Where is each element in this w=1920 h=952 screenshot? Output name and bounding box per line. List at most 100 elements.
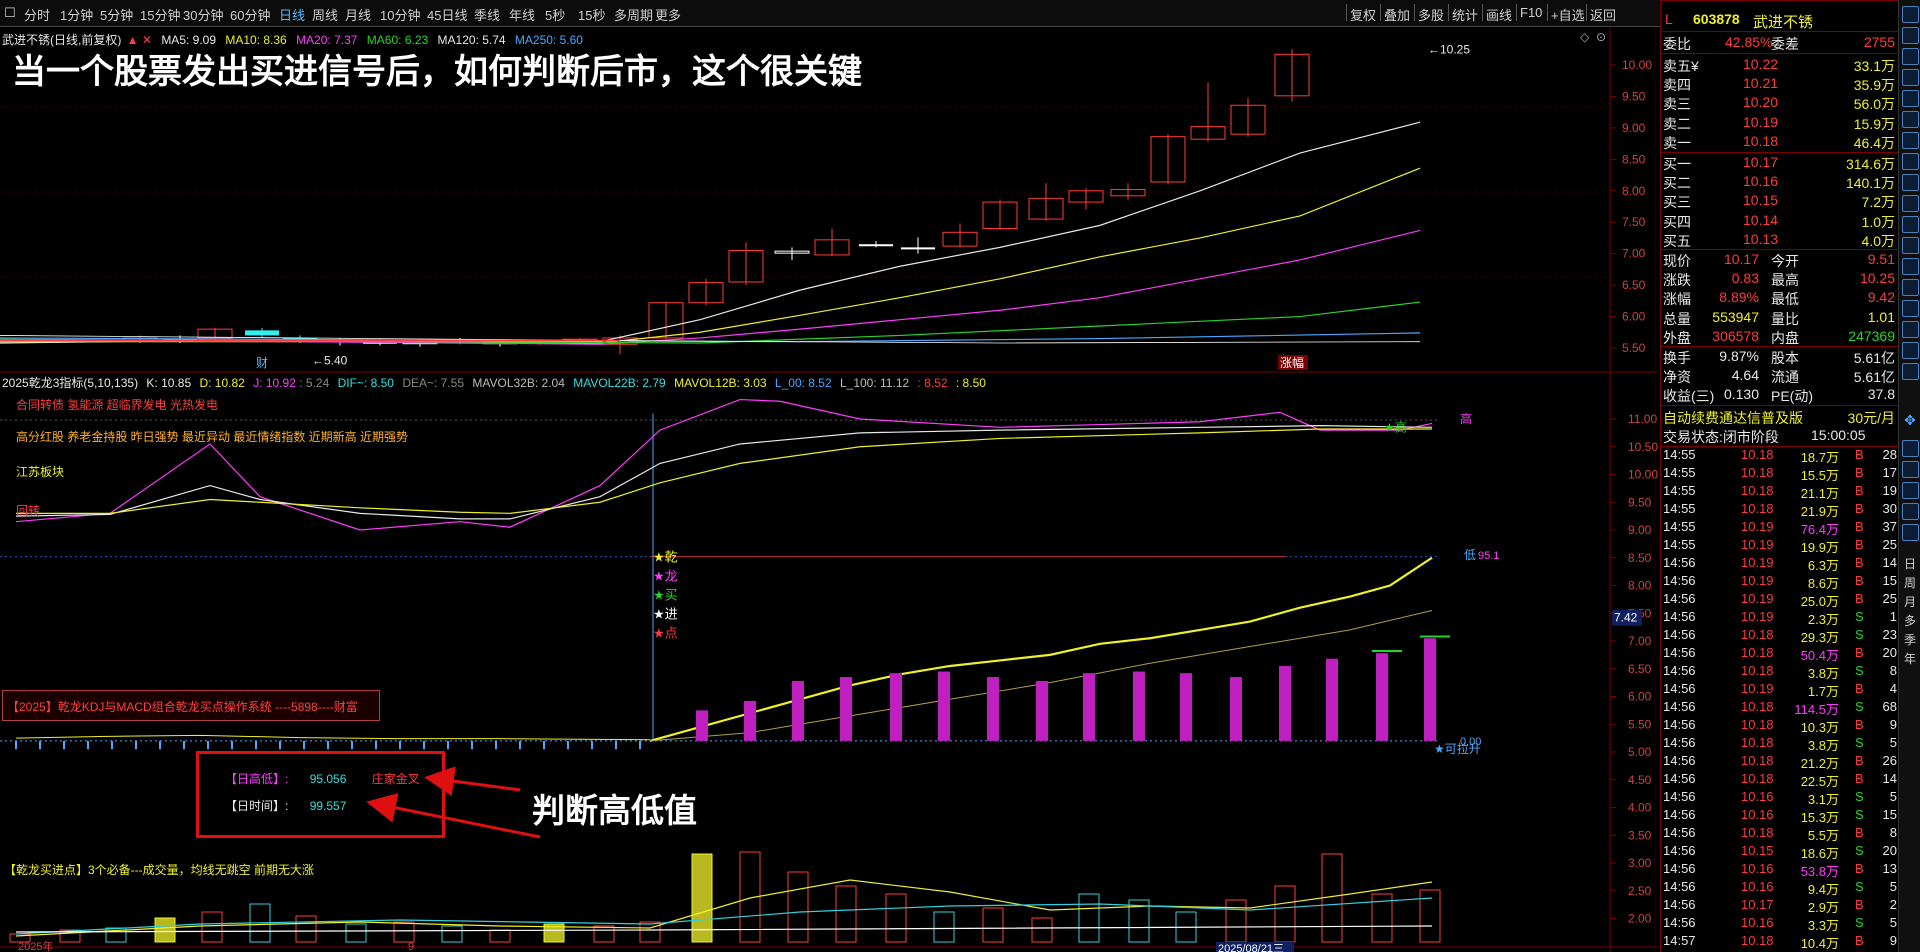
chart-icon[interactable] <box>1902 90 1919 107</box>
macd-bar <box>890 673 902 741</box>
period-多-button[interactable]: 多 <box>1902 612 1918 629</box>
news-icon[interactable] <box>1902 132 1919 149</box>
period-tab[interactable]: 15分钟 <box>140 5 180 24</box>
period-tab[interactable]: 10分钟 <box>380 5 420 24</box>
toolbar-button[interactable]: 多股 <box>1418 5 1444 24</box>
list-icon[interactable] <box>1902 48 1919 65</box>
menu-icon[interactable]: ☐ <box>4 5 16 21</box>
period-tab[interactable]: 分时 <box>24 5 50 24</box>
toolbar-button[interactable]: F10 <box>1520 5 1542 20</box>
tick-row: 14:56 10.18 22.5万 B 14 <box>1661 770 1899 789</box>
period-日-button[interactable]: 日 <box>1902 555 1918 572</box>
buy-level-row[interactable]: 买五 10.13 4.0万 <box>1661 230 1899 249</box>
report-icon[interactable] <box>1902 216 1919 233</box>
table-icon[interactable] <box>1902 111 1919 128</box>
expand-icon[interactable]: ⊙ <box>1596 30 1606 44</box>
sell-level-row[interactable]: 卖三 10.20 56.0万 <box>1661 93 1899 112</box>
tick-side: S <box>1855 663 1864 678</box>
tick-side: B <box>1855 861 1864 876</box>
stat-row: 外盘 306578 内盘 247369 <box>1661 327 1899 346</box>
tick-count: 13 <box>1882 861 1897 876</box>
buy-level-row[interactable]: 买二 10.16 140.1万 <box>1661 172 1899 191</box>
period-tab[interactable]: 45日线 <box>427 5 467 24</box>
period-月-button[interactable]: 月 <box>1902 593 1918 610</box>
grid-icon[interactable] <box>1902 69 1919 86</box>
sell-level-row[interactable]: 卖一 10.18 46.4万 <box>1661 132 1899 151</box>
period-tab[interactable]: 更多 <box>655 5 681 24</box>
tick-price: 10.18 <box>1741 753 1774 768</box>
period-tab[interactable]: 多周期 <box>614 5 653 24</box>
toolbar-button[interactable]: 统计 <box>1452 5 1478 24</box>
tick-count: 23 <box>1882 627 1897 642</box>
promo-row[interactable]: 自动续费通达信普及版 30元/月 <box>1661 407 1899 426</box>
calc-icon[interactable] <box>1902 321 1919 338</box>
candle-body[interactable] <box>901 247 935 250</box>
candle-body[interactable] <box>859 244 893 247</box>
sell-level-row[interactable]: 卖四 10.21 35.9万 <box>1661 74 1899 93</box>
tick-side: S <box>1855 627 1864 642</box>
period-tab[interactable]: 周线 <box>312 5 338 24</box>
period-tab[interactable]: 月线 <box>345 5 371 24</box>
pen-icon[interactable] <box>1902 279 1919 296</box>
period-tab[interactable]: 5秒 <box>545 5 565 24</box>
minute-1-icon[interactable] <box>1902 440 1919 457</box>
stat-label: 内盘 <box>1771 329 1799 346</box>
toolbar-button[interactable]: 叠加 <box>1384 5 1410 24</box>
tick-price: 10.19 <box>1741 519 1774 534</box>
tick-price: 10.19 <box>1741 555 1774 570</box>
weicha-value: 2755 <box>1863 34 1895 50</box>
bars-icon[interactable] <box>1902 237 1919 254</box>
note-icon[interactable] <box>1902 174 1919 191</box>
indicator-y-tick: 6.50 <box>1628 662 1652 676</box>
buy-level-row[interactable]: 买一 10.17 314.6万 <box>1661 153 1899 172</box>
minute-15-icon[interactable] <box>1902 482 1919 499</box>
volume-bar <box>1274 885 1296 943</box>
move-icon[interactable]: ✥ <box>1902 412 1918 429</box>
book-icon[interactable] <box>1902 195 1919 212</box>
period-tab[interactable]: 季线 <box>474 5 500 24</box>
minute-60-icon[interactable] <box>1902 524 1919 541</box>
period-周-button[interactable]: 周 <box>1902 574 1918 591</box>
window-icon[interactable] <box>1902 6 1919 23</box>
window-icon[interactable] <box>1902 300 1919 317</box>
candle-body[interactable] <box>245 330 279 336</box>
period-tab[interactable]: 日线 <box>279 5 305 24</box>
sell-level-row[interactable]: 卖五¥ 10.22 33.1万 <box>1661 55 1899 74</box>
toolbar-button[interactable]: +自选 <box>1551 5 1585 24</box>
toolbar-button[interactable]: 复权 <box>1350 5 1376 24</box>
buy-level-row[interactable]: 买四 10.14 1.0万 <box>1661 211 1899 230</box>
tick-row: 14:57 10.18 10.4万 B 9 <box>1661 932 1899 951</box>
info-tag: 庄家金叉 <box>371 772 420 786</box>
stat-label: 涨幅 <box>1663 291 1691 308</box>
tick-side: S <box>1855 735 1864 750</box>
buy-volume: 4.0万 <box>1861 232 1895 249</box>
period-tab[interactable]: 15秒 <box>578 5 605 24</box>
period-tab[interactable]: 年线 <box>509 5 535 24</box>
promo-text[interactable]: 自动续费通达信普及版 <box>1663 408 1803 428</box>
sell-level-row[interactable]: 卖二 10.19 15.9万 <box>1661 113 1899 132</box>
period-季-button[interactable]: 季 <box>1902 631 1918 648</box>
stat2-row: 净资 4.64 流通 5.61亿 <box>1661 366 1899 385</box>
current-tag: 7.42 <box>1614 611 1638 625</box>
toolbar-button[interactable]: 返回 <box>1590 5 1616 24</box>
period-tab[interactable]: 30分钟 <box>183 5 223 24</box>
tick-count: 14 <box>1882 771 1897 786</box>
stat-value: 37.8 <box>1867 386 1895 403</box>
period-年-button[interactable]: 年 <box>1902 650 1918 667</box>
list-icon[interactable] <box>1902 342 1919 359</box>
grid-icon[interactable] <box>1902 363 1919 380</box>
signal-star-3: ★进 <box>653 607 678 622</box>
period-tab[interactable]: 60分钟 <box>230 5 270 24</box>
calc-icon[interactable] <box>1902 27 1919 44</box>
minute-30-icon[interactable] <box>1902 503 1919 520</box>
period-tab[interactable]: 1分钟 <box>60 5 93 24</box>
tick-side: B <box>1855 537 1864 552</box>
toolbar-button[interactable]: 画线 <box>1486 5 1512 24</box>
period-tab[interactable]: 5分钟 <box>100 5 133 24</box>
promo-price[interactable]: 30元/月 <box>1848 408 1895 428</box>
f10-icon[interactable] <box>1902 153 1919 170</box>
minute-5-icon[interactable] <box>1902 461 1919 478</box>
diamond-icon[interactable]: ◇ <box>1580 30 1590 44</box>
info-icon[interactable] <box>1902 258 1919 275</box>
buy-level-row[interactable]: 买三 10.15 7.2万 <box>1661 191 1899 210</box>
